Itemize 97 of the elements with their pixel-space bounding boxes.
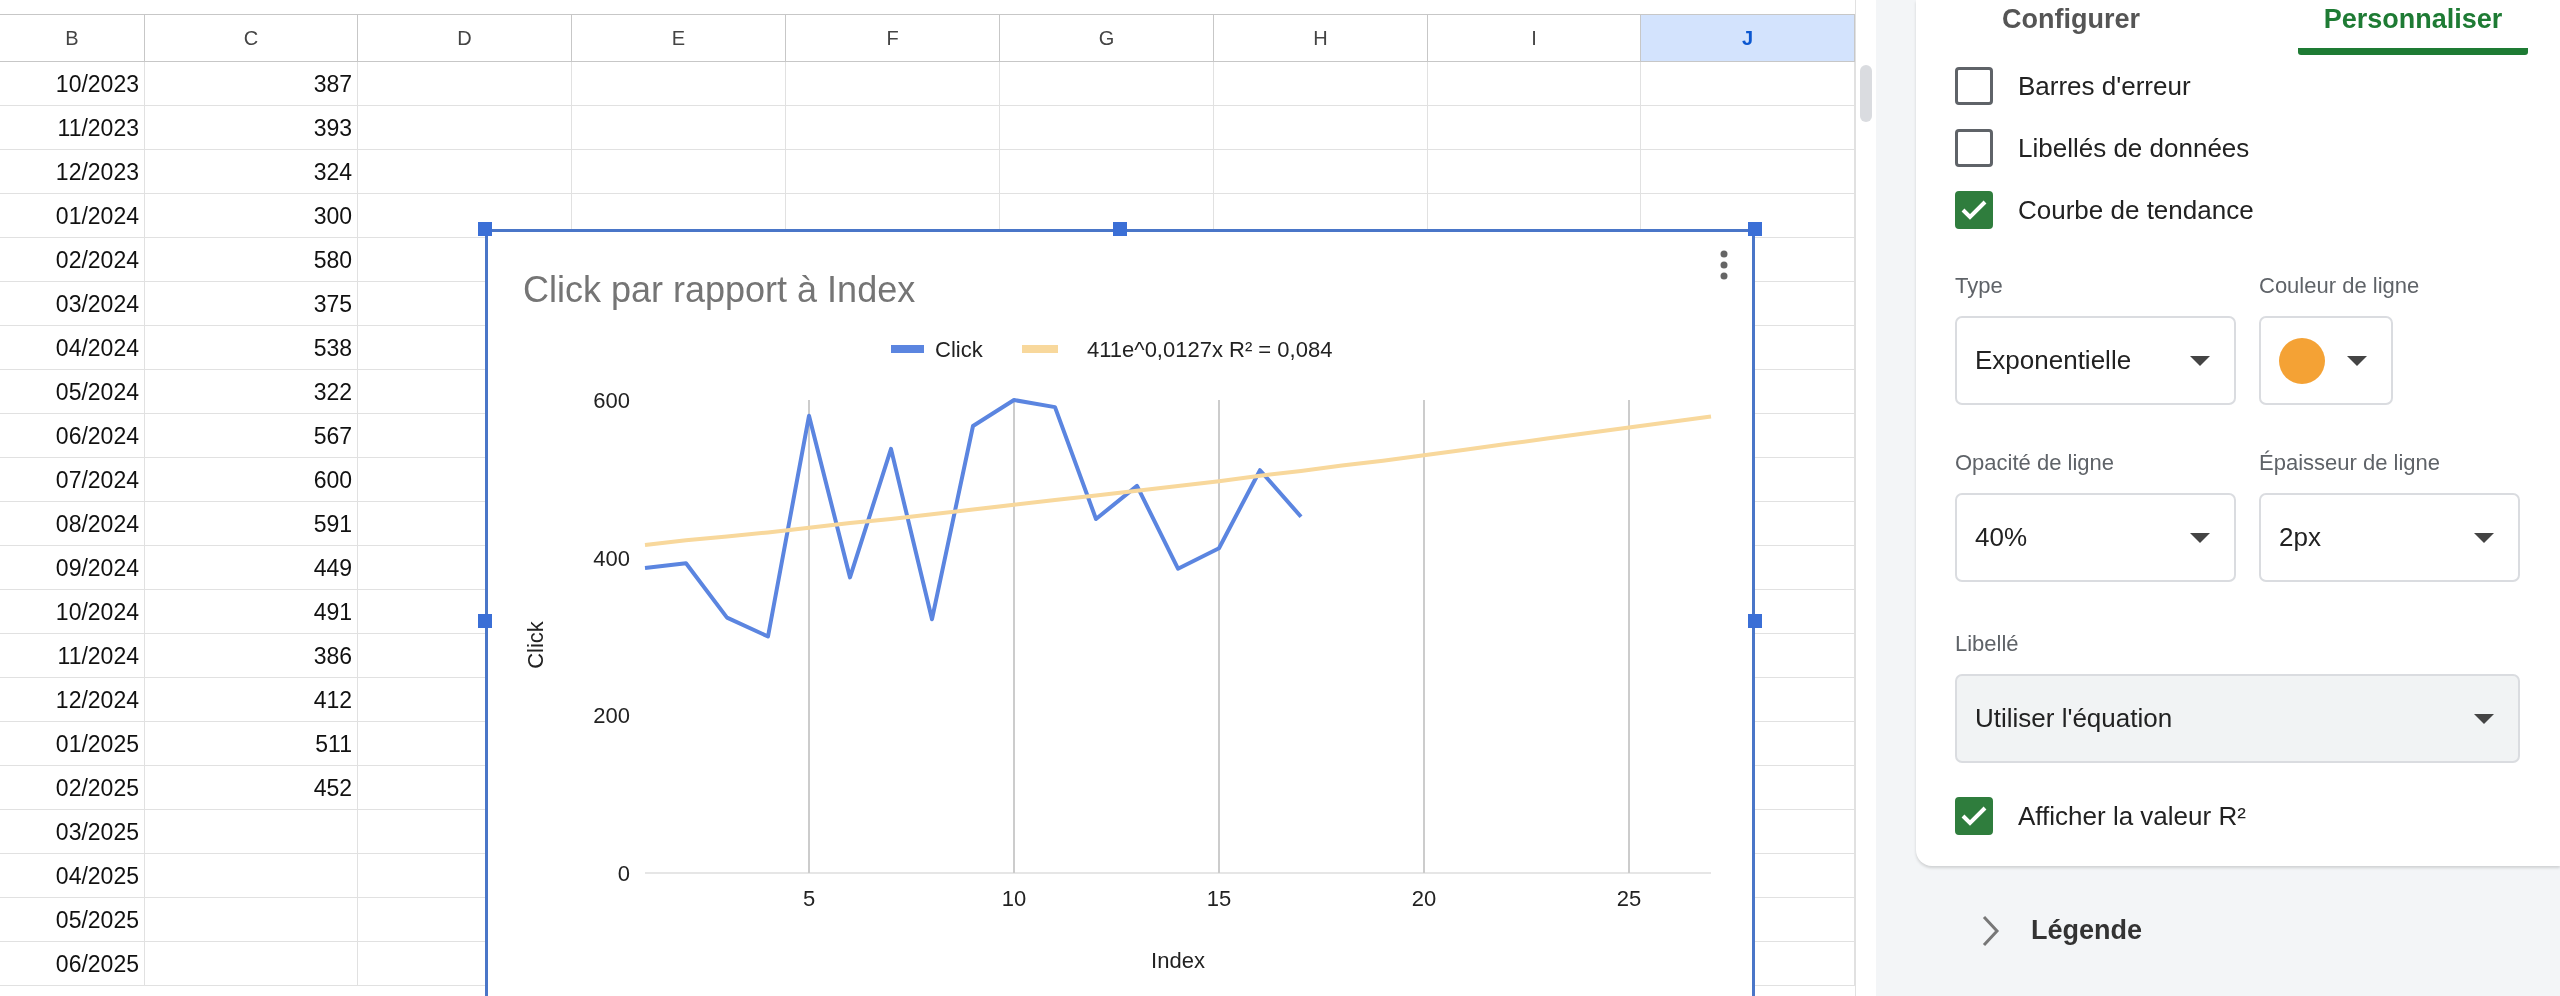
column-header[interactable]: J — [1641, 14, 1855, 62]
chart-area[interactable]: Click par rapport à Index Click 411e^0,0127x R² = 0,084 0 200 400 600 5 10 15 20 25 Click Index — [485, 229, 1755, 996]
table-cell: 03/2024 — [55, 290, 139, 318]
checkmark-icon — [1961, 199, 1987, 221]
field-label: Couleur de ligne — [2259, 272, 2420, 300]
table-cell: 06/2025 — [55, 950, 139, 978]
resize-handle[interactable] — [478, 222, 492, 236]
tab[interactable]: Personnaliser — [2298, 0, 2528, 55]
dropdown-caret-icon — [2190, 355, 2210, 366]
table-cell: 04/2025 — [55, 862, 139, 890]
table-cell: 393 — [313, 114, 352, 142]
dropdown-caret-icon — [2474, 713, 2494, 724]
table-cell: 11/2023 — [57, 114, 139, 142]
resize-handle[interactable] — [1113, 222, 1127, 236]
label-dropdown[interactable]: Utiliser l'équation — [1955, 674, 2520, 763]
legend-label: 411e^0,0127x R² = 0,084 — [1087, 337, 1333, 362]
table-cell: 09/2024 — [55, 554, 139, 582]
column-header[interactable]: G — [1000, 14, 1214, 62]
table-cell: 580 — [313, 246, 352, 274]
checkbox[interactable] — [1955, 129, 1993, 167]
table-cell: 375 — [313, 290, 352, 318]
field-label: Épaisseur de ligne — [2259, 449, 2441, 477]
table-cell: 300 — [313, 202, 352, 230]
table-cell: 452 — [313, 774, 352, 802]
table-cell: 08/2024 — [55, 510, 139, 538]
opacity-dropdown[interactable]: 40% — [1955, 493, 2236, 582]
dropdown-caret-icon — [2190, 532, 2210, 543]
checkbox[interactable] — [1955, 797, 1993, 835]
table-cell: 567 — [313, 422, 352, 450]
chart-title: Click par rapport à Index — [523, 269, 916, 310]
checkbox[interactable] — [1955, 191, 1993, 229]
table-cell: 386 — [313, 642, 352, 670]
table-cell: 02/2024 — [55, 246, 139, 274]
table-cell: 06/2024 — [55, 422, 139, 450]
field-label: Type — [1955, 272, 2004, 300]
table-cell: 12/2023 — [55, 158, 139, 186]
table-cell: 491 — [313, 598, 352, 626]
table-cell: 10/2024 — [55, 598, 139, 626]
column-header[interactable]: C — [145, 14, 358, 62]
resize-handle[interactable] — [1748, 222, 1762, 236]
legend-label: Click — [935, 337, 983, 362]
x-tick-label: 20 — [1411, 886, 1437, 911]
table-cell: 600 — [313, 466, 352, 494]
column-header[interactable]: I — [1428, 14, 1641, 62]
section-header[interactable]: Légende — [2031, 915, 2143, 947]
table-cell: 538 — [313, 334, 352, 362]
type-dropdown[interactable]: Exponentielle — [1955, 316, 2236, 405]
resize-handle[interactable] — [1748, 614, 1762, 628]
column-header[interactable]: B — [0, 14, 145, 62]
table-cell: 324 — [313, 158, 352, 186]
table-cell: 511 — [315, 730, 352, 758]
resize-handle[interactable] — [478, 614, 492, 628]
checkbox[interactable] — [1955, 67, 1993, 105]
table-cell: 387 — [313, 70, 352, 98]
column-header[interactable]: F — [786, 14, 1000, 62]
y-tick-label: 0 — [617, 861, 630, 886]
table-cell: 07/2024 — [55, 466, 139, 494]
table-cell: 11/2024 — [57, 642, 139, 670]
scrollbar-thumb[interactable] — [1860, 65, 1872, 122]
y-axis-title: Click — [523, 621, 548, 669]
checkbox-label: Barres d'erreur — [2018, 70, 2191, 102]
x-tick-label: 25 — [1616, 886, 1642, 911]
y-tick-label: 200 — [593, 703, 630, 729]
table-cell: 04/2024 — [55, 334, 139, 362]
table-cell: 449 — [313, 554, 352, 582]
table-cell: 591 — [313, 510, 352, 538]
y-tick-label: 600 — [593, 388, 630, 413]
table-cell: 03/2025 — [55, 818, 139, 846]
table-cell: 322 — [313, 378, 352, 406]
x-tick-label: 5 — [802, 886, 816, 911]
more-options-icon[interactable] — [1720, 250, 1728, 280]
y-tick-label: 400 — [593, 545, 630, 571]
column-header[interactable]: D — [358, 14, 572, 62]
table-cell: 05/2024 — [55, 378, 139, 406]
dropdown-caret-icon — [2347, 355, 2367, 366]
x-tick-label: 10 — [1001, 886, 1027, 911]
checkbox-label: Afficher la valeur R² — [2018, 800, 2246, 832]
table-cell: 10/2023 — [55, 70, 139, 98]
color-dropdown[interactable] — [2259, 316, 2393, 405]
checkmark-icon — [1961, 805, 1987, 827]
table-cell: 02/2025 — [55, 774, 139, 802]
x-axis-title: Index — [1151, 948, 1205, 973]
field-label: Libellé — [1955, 630, 2020, 658]
table-cell: 01/2024 — [55, 202, 139, 230]
column-header[interactable]: H — [1214, 14, 1428, 62]
checkbox-label: Libellés de données — [2018, 132, 2250, 164]
table-cell: 12/2024 — [55, 686, 139, 714]
x-tick-label: 15 — [1206, 886, 1232, 911]
thickness-dropdown[interactable]: 2px — [2259, 493, 2520, 582]
table-cell: 412 — [313, 686, 352, 714]
field-label: Opacité de ligne — [1955, 449, 2115, 477]
table-cell: 01/2025 — [55, 730, 139, 758]
checkbox-label: Courbe de tendance — [2018, 194, 2254, 226]
table-cell: 05/2025 — [55, 906, 139, 934]
dropdown-caret-icon — [2474, 532, 2494, 543]
column-header[interactable]: E — [572, 14, 786, 62]
tab[interactable]: Configurer — [1916, 0, 2226, 55]
